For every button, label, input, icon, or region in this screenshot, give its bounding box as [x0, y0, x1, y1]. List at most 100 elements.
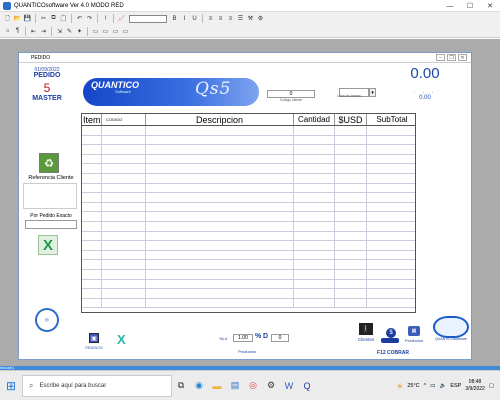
f12-cobrar-button[interactable]: F12 COBRAR — [373, 350, 413, 356]
weather-temp[interactable]: 25°C — [407, 383, 419, 389]
table-cell[interactable] — [367, 155, 415, 164]
table-cell[interactable] — [82, 193, 102, 202]
window-icon[interactable]: ▭ — [101, 27, 110, 36]
table-cell[interactable] — [146, 241, 294, 250]
volume-icon[interactable]: 🔈 — [439, 383, 446, 389]
table-cell[interactable] — [146, 250, 294, 260]
clock[interactable]: 08:48 3/9/2022 — [465, 379, 484, 393]
table-cell[interactable] — [102, 250, 146, 260]
italic-icon[interactable]: I — [180, 14, 189, 23]
table-cell[interactable] — [294, 183, 335, 193]
table-cell[interactable] — [335, 183, 367, 193]
redo-icon[interactable]: ↷ — [85, 14, 94, 23]
undo-icon[interactable]: ↶ — [75, 14, 84, 23]
quantico-taskbar-icon[interactable]: Q — [298, 371, 316, 400]
word-icon[interactable]: W — [280, 371, 298, 400]
table-cell[interactable] — [82, 212, 102, 221]
close-icon[interactable]: ✕ — [480, 0, 500, 12]
table-cell[interactable] — [294, 145, 335, 154]
table-cell[interactable] — [146, 289, 294, 298]
table-cell[interactable] — [82, 154, 102, 164]
table-cell[interactable] — [82, 289, 102, 298]
table-cell[interactable] — [367, 270, 415, 279]
recycle-icon[interactable]: ♻ — [39, 153, 59, 173]
chrome-icon[interactable]: ◎ — [244, 371, 262, 400]
table-cell[interactable] — [335, 289, 367, 298]
window-icon[interactable]: ▭ — [121, 27, 130, 36]
table-cell[interactable] — [335, 135, 367, 145]
table-row[interactable] — [82, 298, 415, 309]
table-cell[interactable] — [82, 145, 102, 154]
table-cell[interactable] — [335, 212, 367, 221]
table-cell[interactable] — [335, 221, 367, 231]
table-cell[interactable] — [294, 250, 335, 260]
remision-icon[interactable]: ▣ — [89, 333, 99, 343]
table-cell[interactable] — [102, 126, 146, 135]
d-input[interactable]: 0 — [271, 334, 289, 342]
table-cell[interactable] — [82, 279, 102, 289]
table-cell[interactable] — [102, 183, 146, 193]
table-cell[interactable] — [294, 173, 335, 183]
table-cell[interactable] — [294, 260, 335, 269]
table-cell[interactable] — [367, 299, 415, 308]
table-cell[interactable] — [294, 135, 335, 145]
table-row[interactable] — [82, 183, 415, 194]
hand-icon[interactable] — [381, 338, 399, 343]
table-cell[interactable] — [146, 260, 294, 269]
table-cell[interactable] — [294, 193, 335, 202]
align-center-icon[interactable]: ≡ — [216, 14, 225, 23]
paste-icon[interactable]: 📋 — [59, 14, 68, 23]
clientes-label[interactable]: Clientes — [353, 337, 379, 342]
table-cell[interactable] — [146, 221, 294, 231]
table-cell[interactable] — [102, 145, 146, 154]
table-row[interactable] — [82, 145, 415, 155]
table-cell[interactable] — [367, 222, 415, 231]
toolbar-combo-input[interactable] — [129, 14, 167, 23]
table-row[interactable] — [82, 193, 415, 203]
chevron-up-icon[interactable]: ^ — [424, 383, 427, 389]
indent-icon[interactable]: ⇲ — [55, 27, 64, 36]
table-cell[interactable] — [146, 202, 294, 212]
table-cell[interactable] — [294, 241, 335, 250]
save-icon[interactable]: 💾 — [23, 14, 32, 23]
app-icon[interactable]: ⚙ — [262, 371, 280, 400]
file-explorer-icon[interactable]: ▬ — [208, 371, 226, 400]
table-cell[interactable] — [146, 193, 294, 202]
table-cell[interactable] — [294, 221, 335, 231]
window-icon[interactable]: ▭ — [91, 27, 100, 36]
underline-icon[interactable]: U — [190, 14, 199, 23]
table-row[interactable] — [82, 231, 415, 242]
edge-icon[interactable]: ◉ — [190, 371, 208, 400]
table-cell[interactable] — [146, 126, 294, 135]
table-cell[interactable] — [102, 173, 146, 183]
table-cell[interactable] — [146, 212, 294, 221]
table-cell[interactable] — [82, 202, 102, 212]
table-cell[interactable] — [294, 269, 335, 279]
table-cell[interactable] — [82, 221, 102, 231]
table-cell[interactable] — [367, 126, 415, 135]
dollar-icon[interactable]: $ — [386, 328, 396, 338]
table-row[interactable] — [82, 135, 415, 146]
table-cell[interactable] — [146, 154, 294, 164]
table-cell[interactable] — [82, 231, 102, 241]
table-cell[interactable] — [146, 183, 294, 193]
table-cell[interactable] — [367, 212, 415, 221]
por-pedido-input[interactable] — [25, 220, 77, 229]
referencia-cliente-box[interactable] — [23, 183, 77, 209]
table-cell[interactable] — [102, 212, 146, 221]
align-left-icon[interactable]: ≡ — [206, 14, 215, 23]
order-items-grid[interactable]: Item CODIGO Descripcion Cantidad $USD Su… — [81, 113, 416, 313]
table-cell[interactable] — [367, 184, 415, 193]
table-cell[interactable] — [367, 260, 415, 269]
table-cell[interactable] — [335, 279, 367, 289]
table-cell[interactable] — [82, 173, 102, 183]
window-icon[interactable]: ▭ — [111, 27, 120, 36]
table-cell[interactable] — [367, 174, 415, 183]
table-cell[interactable] — [335, 241, 367, 250]
table-row[interactable] — [82, 221, 415, 232]
table-cell[interactable] — [146, 145, 294, 154]
list-icon[interactable]: ☰ — [236, 14, 245, 23]
store-icon[interactable]: ▤ — [226, 371, 244, 400]
table-cell[interactable] — [102, 298, 146, 308]
table-cell[interactable] — [82, 164, 102, 173]
